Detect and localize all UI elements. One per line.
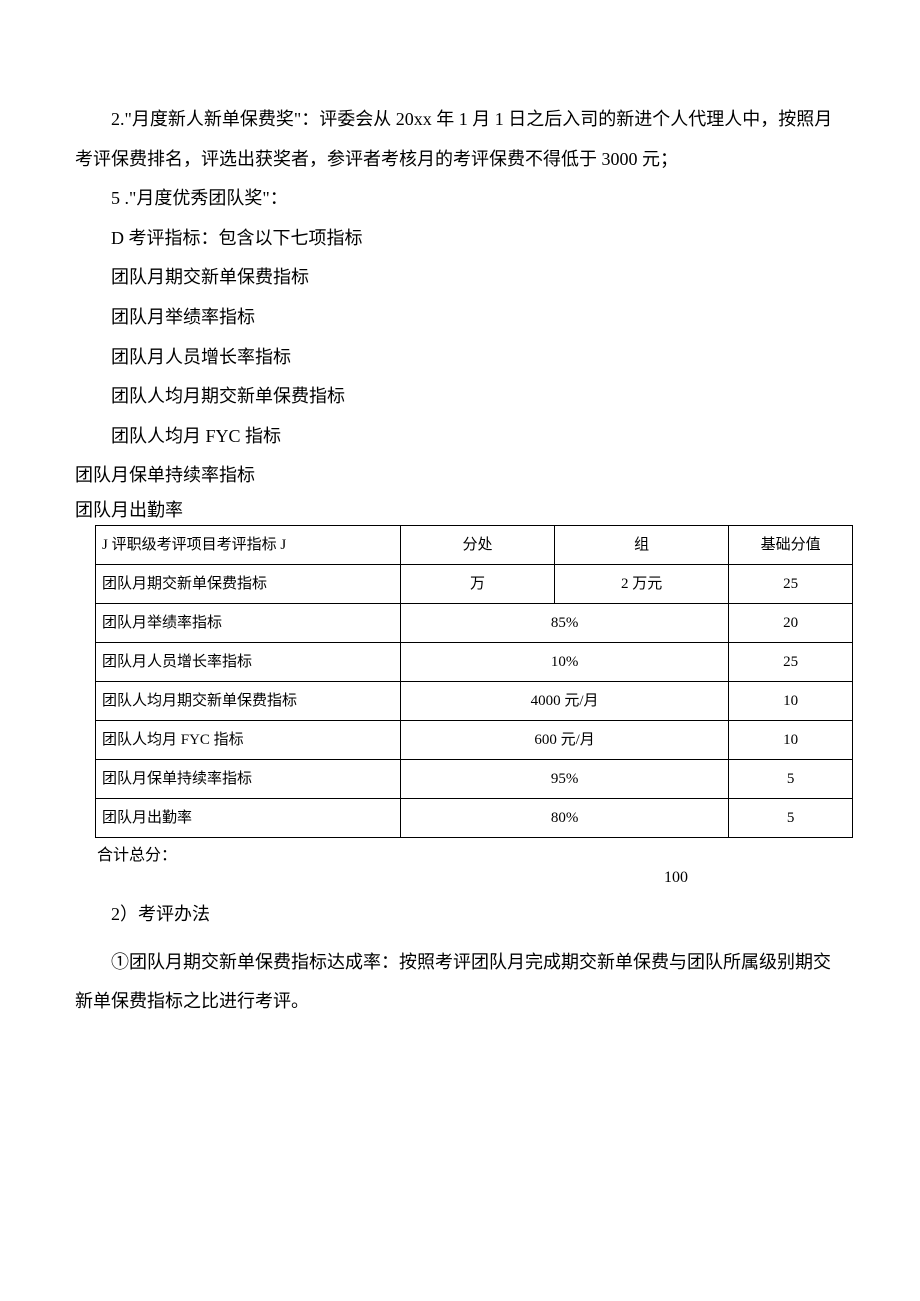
table-row: 团队人均月 FYC 指标 600 元/月 10 (96, 720, 853, 759)
col-header-item: J 评职级考评项目考评指标 J (96, 525, 401, 564)
section-eval-method-heading: 2）考评办法 (75, 895, 845, 935)
metric-item: 团队人均月 FYC 指标 (75, 417, 845, 457)
cell-branch: 万 (401, 564, 555, 603)
cell-score: 25 (729, 642, 853, 681)
cell-merged-value: 600 元/月 (401, 720, 729, 759)
paragraph-eval-metrics-intro: D 考评指标：包含以下七项指标 (75, 219, 845, 259)
metric-item: 团队月举绩率指标 (75, 298, 845, 338)
cell-merged-value: 80% (401, 798, 729, 837)
table-row: 团队月人员增长率指标 10% 25 (96, 642, 853, 681)
paragraph-new-agent-award: 2."月度新人新单保费奖"：评委会从 20xx 年 1 月 1 日之后入司的新进… (75, 100, 845, 179)
cell-merged-value: 95% (401, 759, 729, 798)
total-value: 100 (497, 838, 855, 895)
cell-merged-value: 85% (401, 603, 729, 642)
cell-item: 团队人均月期交新单保费指标 (96, 681, 401, 720)
table-row: 团队月出勤率 80% 5 (96, 798, 853, 837)
metric-item: 团队月期交新单保费指标 (75, 258, 845, 298)
table-row: 团队人均月期交新单保费指标 4000 元/月 10 (96, 681, 853, 720)
cell-item: 团队月出勤率 (96, 798, 401, 837)
metric-item: 团队月人员增长率指标 (75, 338, 845, 378)
cell-score: 10 (729, 681, 853, 720)
cell-score: 10 (729, 720, 853, 759)
total-label: 合计总分： (97, 838, 497, 895)
section-eval-method-body: ①团队月期交新单保费指标达成率：按照考评团队月完成期交新单保费与团队所属级别期交… (75, 943, 845, 1022)
cell-score: 25 (729, 564, 853, 603)
cell-merged-value: 4000 元/月 (401, 681, 729, 720)
cell-score: 20 (729, 603, 853, 642)
table-row: 团队月保单持续率指标 95% 5 (96, 759, 853, 798)
metric-item-flush: 团队月出勤率 (75, 496, 845, 525)
cell-score: 5 (729, 798, 853, 837)
table-header-row: J 评职级考评项目考评指标 J 分处 组 基础分值 (96, 525, 853, 564)
col-header-branch: 分处 (401, 525, 555, 564)
cell-item: 团队月人员增长率指标 (96, 642, 401, 681)
paragraph-team-award-heading: 5 ."月度优秀团队奖"： (75, 179, 845, 219)
col-header-group: 组 (555, 525, 729, 564)
table-row: 团队月举绩率指标 85% 20 (96, 603, 853, 642)
evaluation-table: J 评职级考评项目考评指标 J 分处 组 基础分值 团队月期交新单保费指标 万 … (95, 525, 853, 838)
cell-merged-value: 10% (401, 642, 729, 681)
col-header-score: 基础分值 (729, 525, 853, 564)
cell-score: 5 (729, 759, 853, 798)
table-row: 团队月期交新单保费指标 万 2 万元 25 (96, 564, 853, 603)
metric-item-flush: 团队月保单持续率指标 (75, 456, 845, 496)
cell-group: 2 万元 (555, 564, 729, 603)
metric-item: 团队人均月期交新单保费指标 (75, 377, 845, 417)
cell-item: 团队人均月 FYC 指标 (96, 720, 401, 759)
cell-item: 团队月举绩率指标 (96, 603, 401, 642)
cell-item: 团队月期交新单保费指标 (96, 564, 401, 603)
cell-item: 团队月保单持续率指标 (96, 759, 401, 798)
